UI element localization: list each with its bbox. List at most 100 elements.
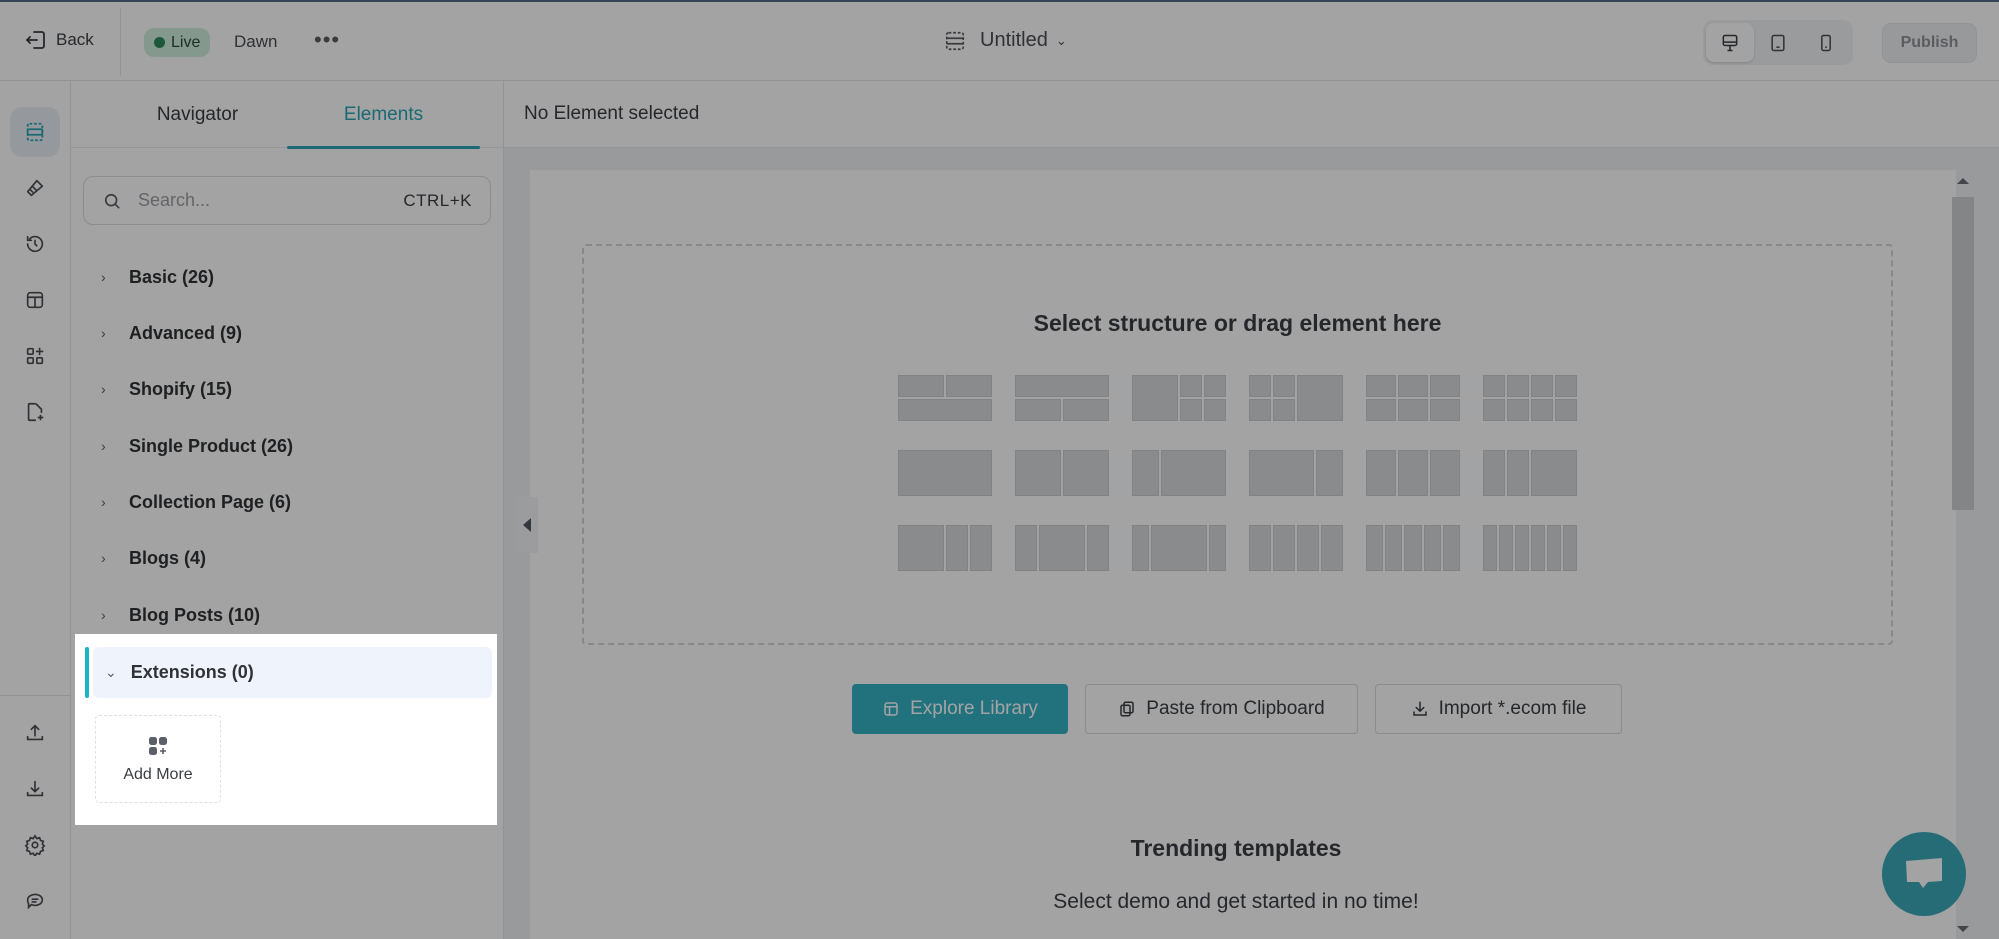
structure-layout-option[interactable] (897, 374, 993, 422)
scroll-up-arrow-icon[interactable] (1957, 178, 1969, 184)
publish-button[interactable]: Publish (1882, 23, 1977, 63)
rail-sections[interactable] (10, 107, 60, 157)
back-button[interactable]: Back (24, 28, 94, 52)
rail-pages[interactable] (10, 387, 60, 437)
layout-cell (1507, 399, 1529, 421)
tablet-view-button[interactable] (1754, 23, 1802, 62)
structure-layout-option[interactable] (1482, 449, 1578, 497)
layout-cell (946, 375, 992, 397)
structure-layout-option[interactable] (1131, 524, 1227, 572)
layout-cell (1563, 525, 1577, 571)
layout-cell (1180, 375, 1202, 397)
chevron-right-icon: › (101, 607, 106, 623)
trending-title: Trending templates (1130, 835, 1342, 861)
page-title-dropdown[interactable]: Untitled ⌄ (944, 29, 1067, 52)
category-blog-posts[interactable]: › Blog Posts (10) (101, 595, 260, 635)
structure-layout-option[interactable] (1014, 374, 1110, 422)
divider (120, 8, 121, 76)
category-shopify[interactable]: › Shopify (15) (101, 369, 232, 409)
layout-cell (1366, 450, 1396, 496)
category-label: Basic (26) (129, 266, 215, 287)
search-field[interactable]: CTRL+K (83, 176, 491, 225)
more-options-button[interactable]: ••• (314, 27, 340, 53)
rail-feedback[interactable] (10, 876, 60, 926)
search-input[interactable] (138, 190, 404, 211)
search-icon (104, 193, 120, 208)
structure-layout-option[interactable] (1365, 449, 1461, 497)
chevron-right-icon: › (101, 381, 106, 397)
category-advanced[interactable]: › Advanced (9) (101, 313, 242, 353)
layout-cell (1430, 450, 1460, 496)
layout-cell (1442, 525, 1460, 571)
layout-cell (898, 450, 992, 496)
category-label: Shopify (15) (129, 378, 233, 399)
structure-layout-option[interactable] (897, 524, 993, 572)
structure-dropzone[interactable]: Select structure or drag element here (582, 244, 1893, 645)
rail-settings[interactable] (10, 820, 60, 870)
rail-styles[interactable] (10, 163, 60, 213)
layout-cell (1132, 375, 1178, 421)
structure-layout-option[interactable] (1131, 374, 1227, 422)
scrollbar-thumb[interactable] (1952, 197, 1974, 510)
layout-cell (1160, 450, 1226, 496)
layout-cell (1151, 525, 1207, 571)
structure-layout-option[interactable] (1131, 449, 1227, 497)
back-label: Back (56, 30, 94, 49)
chat-bubble-icon (1906, 858, 1942, 888)
layout-cell (1204, 399, 1226, 421)
import-file-button[interactable]: Import *.ecom file (1375, 684, 1622, 734)
exit-icon (26, 31, 45, 49)
structure-layout-option[interactable] (1248, 449, 1344, 497)
tab-navigator[interactable]: Navigator (101, 81, 294, 148)
structure-layout-option[interactable] (1248, 374, 1344, 422)
explore-library-button[interactable]: Explore Library (852, 684, 1068, 734)
structure-layout-option[interactable] (1482, 374, 1578, 422)
tab-elements[interactable]: Elements (287, 81, 480, 149)
layout-cell (1273, 399, 1295, 421)
layout-cell (1015, 525, 1037, 571)
page-add-icon (27, 402, 44, 422)
structure-layout-option[interactable] (1014, 449, 1110, 497)
structure-layout-option[interactable] (1248, 524, 1344, 572)
canvas-scrollbar[interactable] (1950, 175, 1975, 939)
paste-from-clipboard-button[interactable]: Paste from Clipboard (1085, 684, 1358, 734)
structure-layout-option[interactable] (1014, 524, 1110, 572)
sections-icon (26, 122, 44, 142)
category-single-product[interactable]: › Single Product (26) (101, 426, 293, 466)
rail-history[interactable] (10, 219, 60, 269)
status-dot-icon (154, 37, 165, 48)
layout-cell (1015, 375, 1109, 397)
category-collection-page[interactable]: › Collection Page (6) (101, 482, 291, 522)
layout-cell (1398, 450, 1428, 496)
category-basic[interactable]: › Basic (26) (101, 257, 214, 297)
collapse-panel-button[interactable] (516, 497, 538, 553)
panel-tabs: Navigator Elements (71, 81, 503, 149)
rail-download[interactable] (10, 764, 60, 814)
category-blogs[interactable]: › Blogs (4) (101, 538, 206, 578)
structure-layout-option[interactable] (1482, 524, 1578, 572)
layout-cell (1273, 525, 1295, 571)
layout-cell (1366, 375, 1396, 397)
structure-layout-option[interactable] (1365, 524, 1461, 572)
rail-layout[interactable] (10, 275, 60, 325)
layout-cell (946, 525, 968, 571)
desktop-view-button[interactable] (1706, 23, 1754, 62)
selection-status: No Element selected (524, 103, 700, 124)
layout-cell (1483, 375, 1505, 397)
page-title: Untitled (980, 29, 1048, 51)
structure-layout-option[interactable] (1365, 374, 1461, 422)
layout-cell (1404, 525, 1422, 571)
mobile-view-button[interactable] (1802, 23, 1850, 62)
layout-cell (1321, 525, 1343, 571)
layout-cell (1039, 525, 1085, 571)
status-badge: Live (144, 28, 211, 57)
top-bar: Back Live Dawn ••• Untitled ⌄ Publish (0, 0, 1999, 81)
chevron-right-icon: › (101, 438, 106, 454)
live-chat-button[interactable] (1882, 832, 1966, 916)
structure-layout-option[interactable] (897, 449, 993, 497)
feedback-icon (26, 893, 44, 910)
scroll-down-arrow-icon[interactable] (1957, 926, 1969, 932)
rail-apps[interactable] (10, 331, 60, 381)
rail-upload[interactable] (10, 708, 60, 758)
history-icon (26, 235, 44, 253)
